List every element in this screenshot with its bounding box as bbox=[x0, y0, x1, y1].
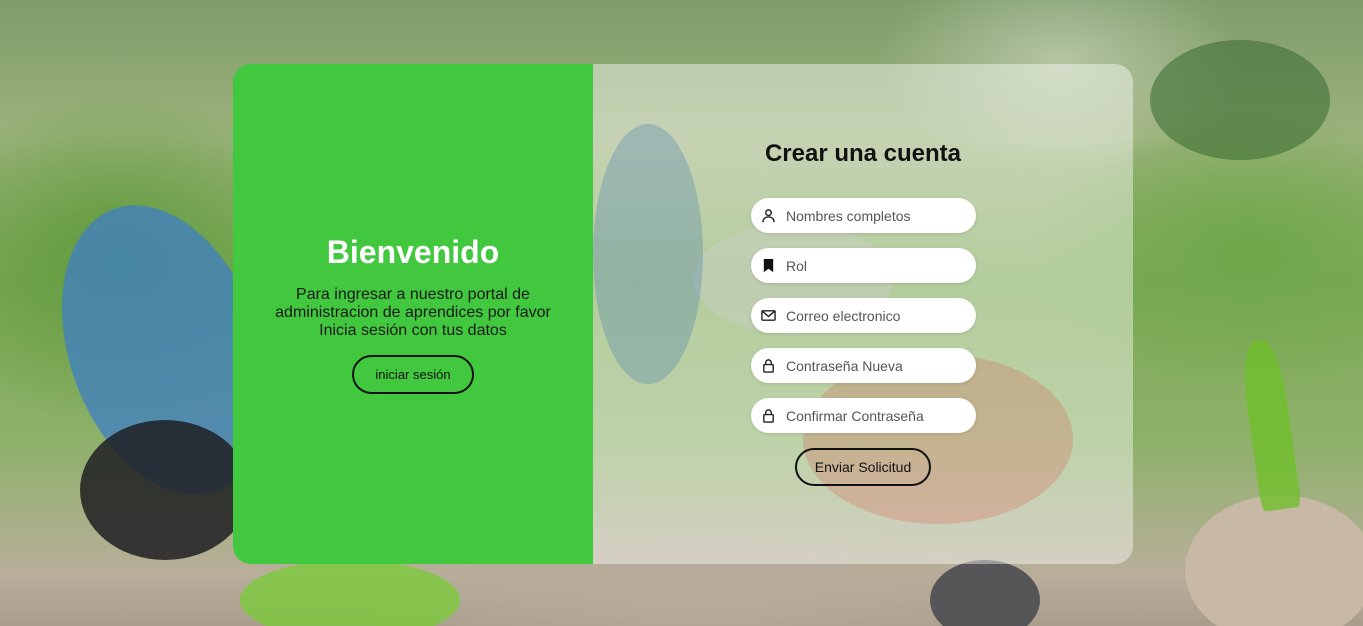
email-field[interactable] bbox=[751, 298, 976, 333]
full-name-input[interactable] bbox=[786, 198, 966, 233]
role-field[interactable] bbox=[751, 248, 976, 283]
photo-shape bbox=[1150, 40, 1330, 160]
photo-shape bbox=[930, 560, 1040, 626]
welcome-panel: Bienvenido Para ingresar a nuestro porta… bbox=[233, 64, 593, 564]
register-panel: Crear una cuenta Nombres completos Rol C… bbox=[593, 64, 1133, 564]
user-icon bbox=[762, 209, 775, 223]
lock-icon bbox=[763, 409, 774, 423]
new-password-field[interactable] bbox=[751, 348, 976, 383]
bookmark-icon bbox=[763, 258, 774, 273]
role-input[interactable] bbox=[786, 248, 966, 283]
envelope-icon bbox=[761, 310, 776, 321]
confirm-password-field[interactable] bbox=[751, 398, 976, 433]
register-title: Crear una cuenta bbox=[764, 140, 962, 167]
full-name-field[interactable] bbox=[751, 198, 976, 233]
lock-icon bbox=[763, 359, 774, 373]
welcome-message: Para ingresar a nuestro portal de admini… bbox=[275, 286, 551, 339]
photo-shape bbox=[240, 560, 460, 626]
login-button[interactable]: iniciar sesión bbox=[352, 355, 474, 394]
confirm-password-input[interactable] bbox=[786, 398, 966, 433]
email-input[interactable] bbox=[786, 298, 966, 333]
submit-request-button[interactable]: Enviar Solicitud bbox=[795, 448, 931, 486]
welcome-title: Bienvenido bbox=[326, 234, 500, 270]
auth-card: Bienvenido Para ingresar a nuestro porta… bbox=[233, 64, 1133, 564]
photo-shape bbox=[1185, 495, 1363, 626]
photo-shape bbox=[80, 420, 250, 560]
new-password-input[interactable] bbox=[786, 348, 966, 383]
photo-shape bbox=[1238, 338, 1302, 512]
